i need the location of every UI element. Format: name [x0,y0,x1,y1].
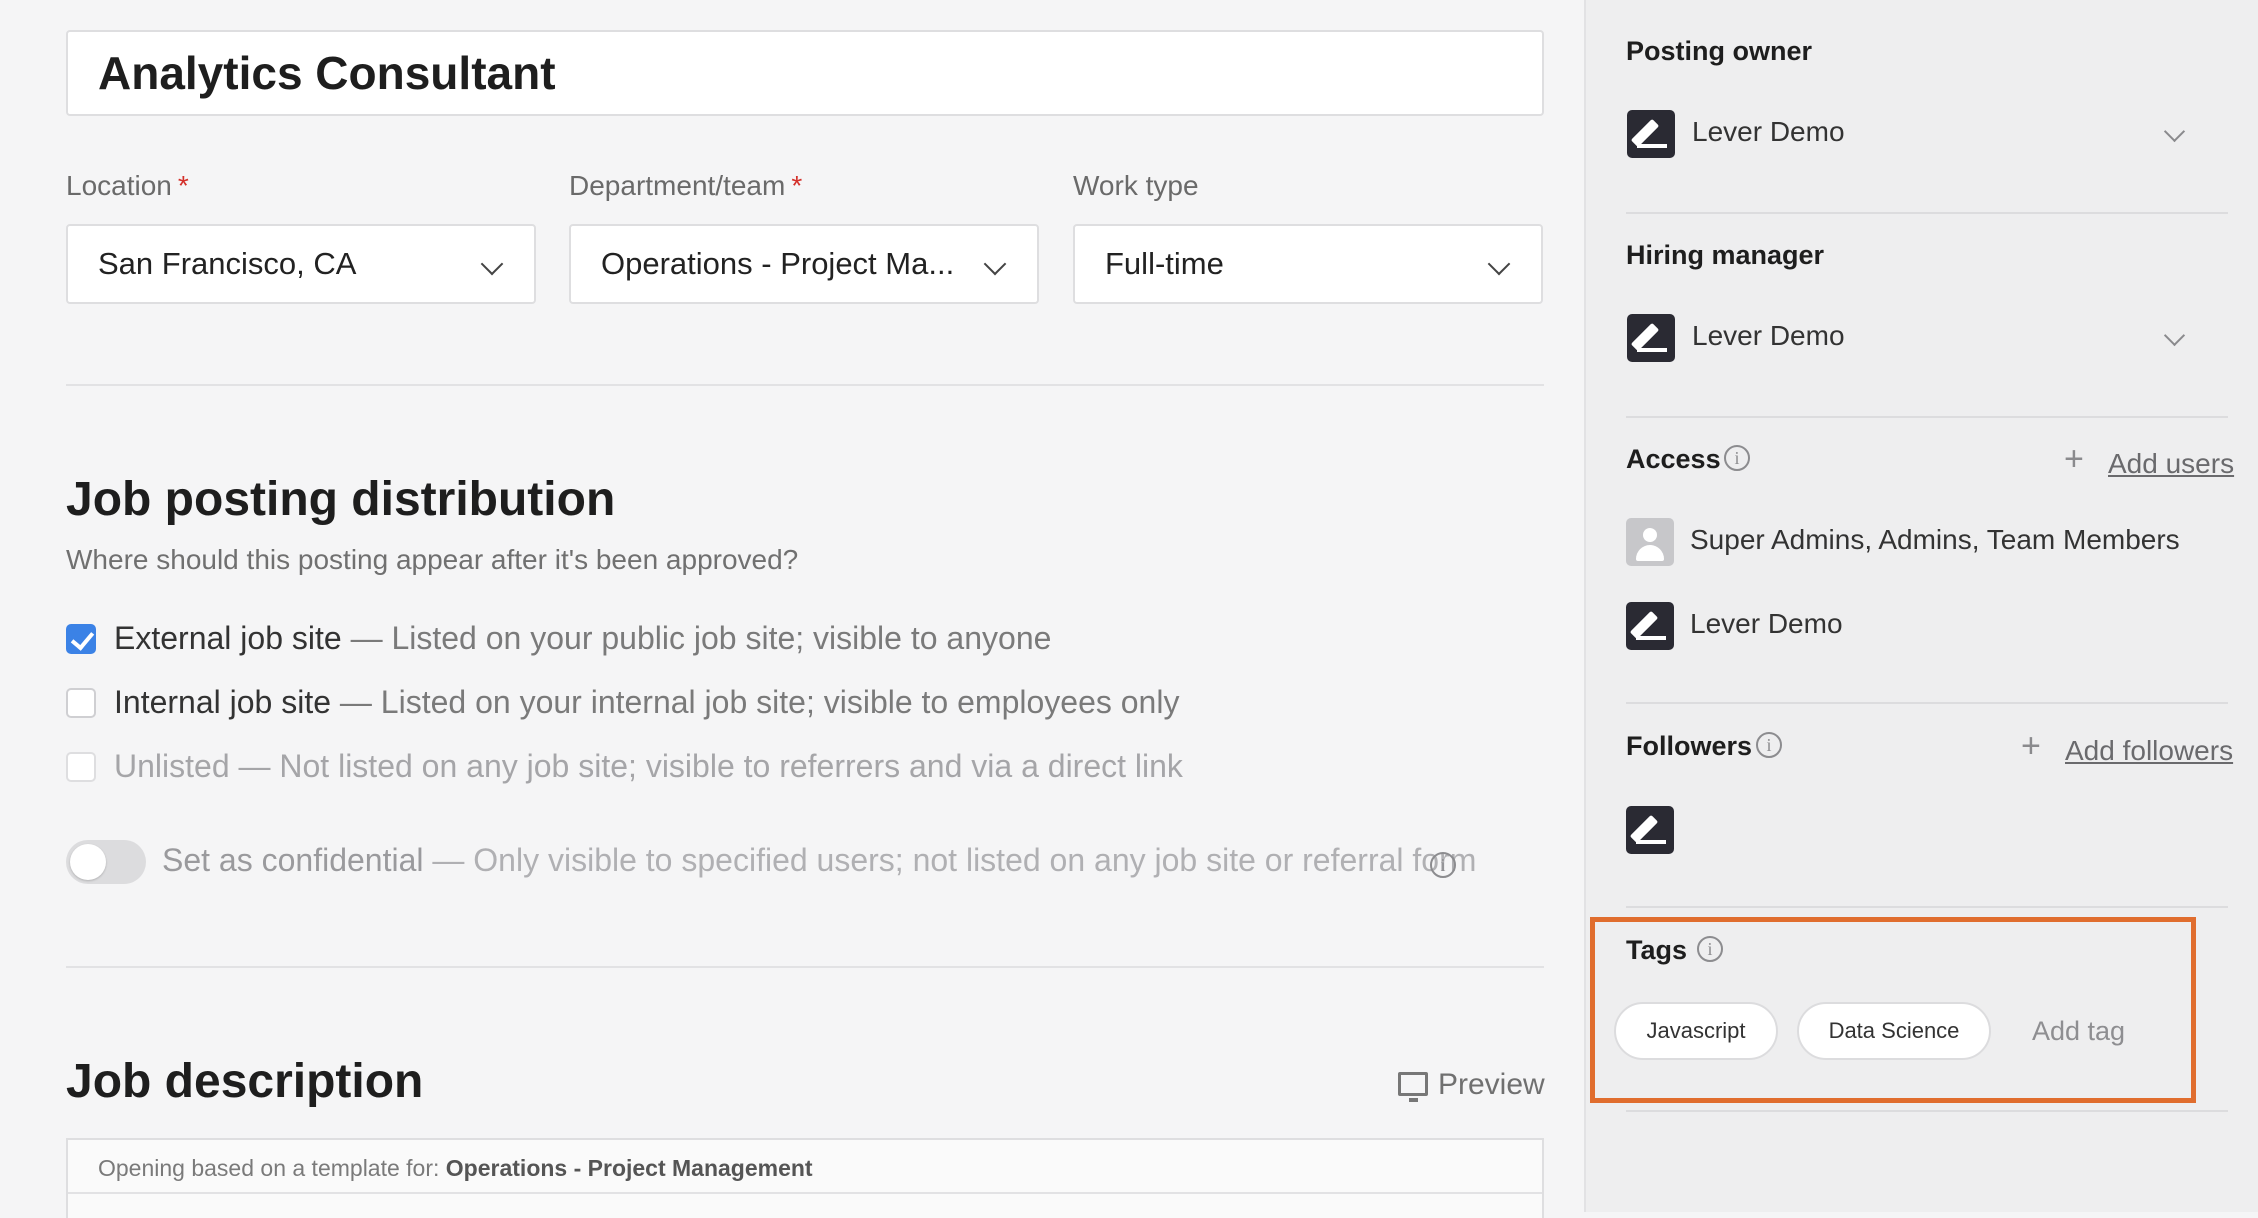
work-type-value: Full-time [1105,246,1224,281]
divider [66,384,1544,386]
distribution-heading: Job posting distribution [66,473,616,526]
template-name: Operations - Project Management [445,1155,813,1181]
info-icon[interactable]: i [1724,445,1750,471]
template-notice: Opening based on a template for: Operati… [66,1138,1544,1218]
posting-owner-name[interactable]: Lever Demo [1692,116,1845,148]
info-icon[interactable]: i [1697,936,1723,962]
plus-icon[interactable]: + [2021,727,2041,766]
tag-pill[interactable]: Javascript [1614,1002,1778,1060]
option-description: — Listed on your public job site; visibl… [341,620,1052,656]
chevron-down-icon [983,252,1007,276]
access-entry: Lever Demo [1690,608,1843,639]
group-avatar [1626,518,1674,566]
divider [66,966,1544,968]
divider [68,1192,1542,1194]
access-entry: Super Admins, Admins, Team Members [1690,524,2180,555]
hiring-manager-name[interactable]: Lever Demo [1692,320,1845,352]
divider [1626,906,2228,908]
confidential-toggle[interactable] [66,840,146,884]
info-icon[interactable]: i [1430,852,1456,878]
toggle-knob [70,844,106,880]
job-description-heading: Job description [66,1055,424,1108]
department-label: Department/team * [569,170,803,201]
divider [1626,702,2228,704]
checkbox-unchecked-icon[interactable] [66,688,96,718]
work-type-label: Work type [1073,170,1199,201]
user-avatar [1627,110,1675,158]
user-avatar [1626,602,1674,650]
location-label: Location * [66,170,189,201]
location-select[interactable]: San Francisco, CA [66,224,536,304]
option-name: Internal job site [114,684,332,720]
add-tag-input[interactable]: Add tag [2032,1016,2125,1047]
posting-title-input[interactable]: Analytics Consultant [66,30,1544,116]
confidential-label: Set as confidential — Only visible to sp… [162,842,1477,878]
add-followers-link[interactable]: Add followers [2065,735,2233,767]
option-name: External job site [114,620,342,656]
access-heading: Access [1626,444,1721,474]
divider [1626,212,2228,214]
work-type-select[interactable]: Full-time [1073,224,1543,304]
distribution-subtitle: Where should this posting appear after i… [66,544,799,575]
chevron-down-icon [480,252,504,276]
followers-heading: Followers [1626,731,1753,761]
preview-button[interactable]: Preview [1398,1068,1545,1102]
tag-pill[interactable]: Data Science [1797,1002,1991,1060]
option-name: Unlisted [114,748,230,784]
department-select[interactable]: Operations - Project Ma... [569,224,1039,304]
option-description: — Not listed on any job site; visible to… [229,748,1183,784]
hiring-manager-heading: Hiring manager [1626,240,1825,270]
posting-editor: Analytics Consultant Location * Departmen… [0,0,1584,1218]
chevron-down-icon [1487,252,1511,276]
info-icon[interactable]: i [1756,732,1782,758]
required-mark: * [177,170,189,201]
checkbox-checked-icon[interactable] [66,624,96,654]
divider [1626,1110,2228,1112]
monitor-icon [1398,1072,1428,1102]
department-value: Operations - Project Ma... [601,246,955,281]
posting-owner-heading: Posting owner [1626,36,1813,66]
follower-avatar[interactable] [1626,806,1674,854]
user-avatar [1627,314,1675,362]
checkbox-unchecked-icon[interactable] [66,752,96,782]
required-mark: * [791,170,803,201]
option-description: — Listed on your internal job site; visi… [331,684,1180,720]
plus-icon[interactable]: + [2064,440,2084,479]
divider [1626,416,2228,418]
tags-heading: Tags [1626,935,1688,965]
location-value: San Francisco, CA [98,246,357,281]
add-users-link[interactable]: Add users [2108,448,2234,480]
